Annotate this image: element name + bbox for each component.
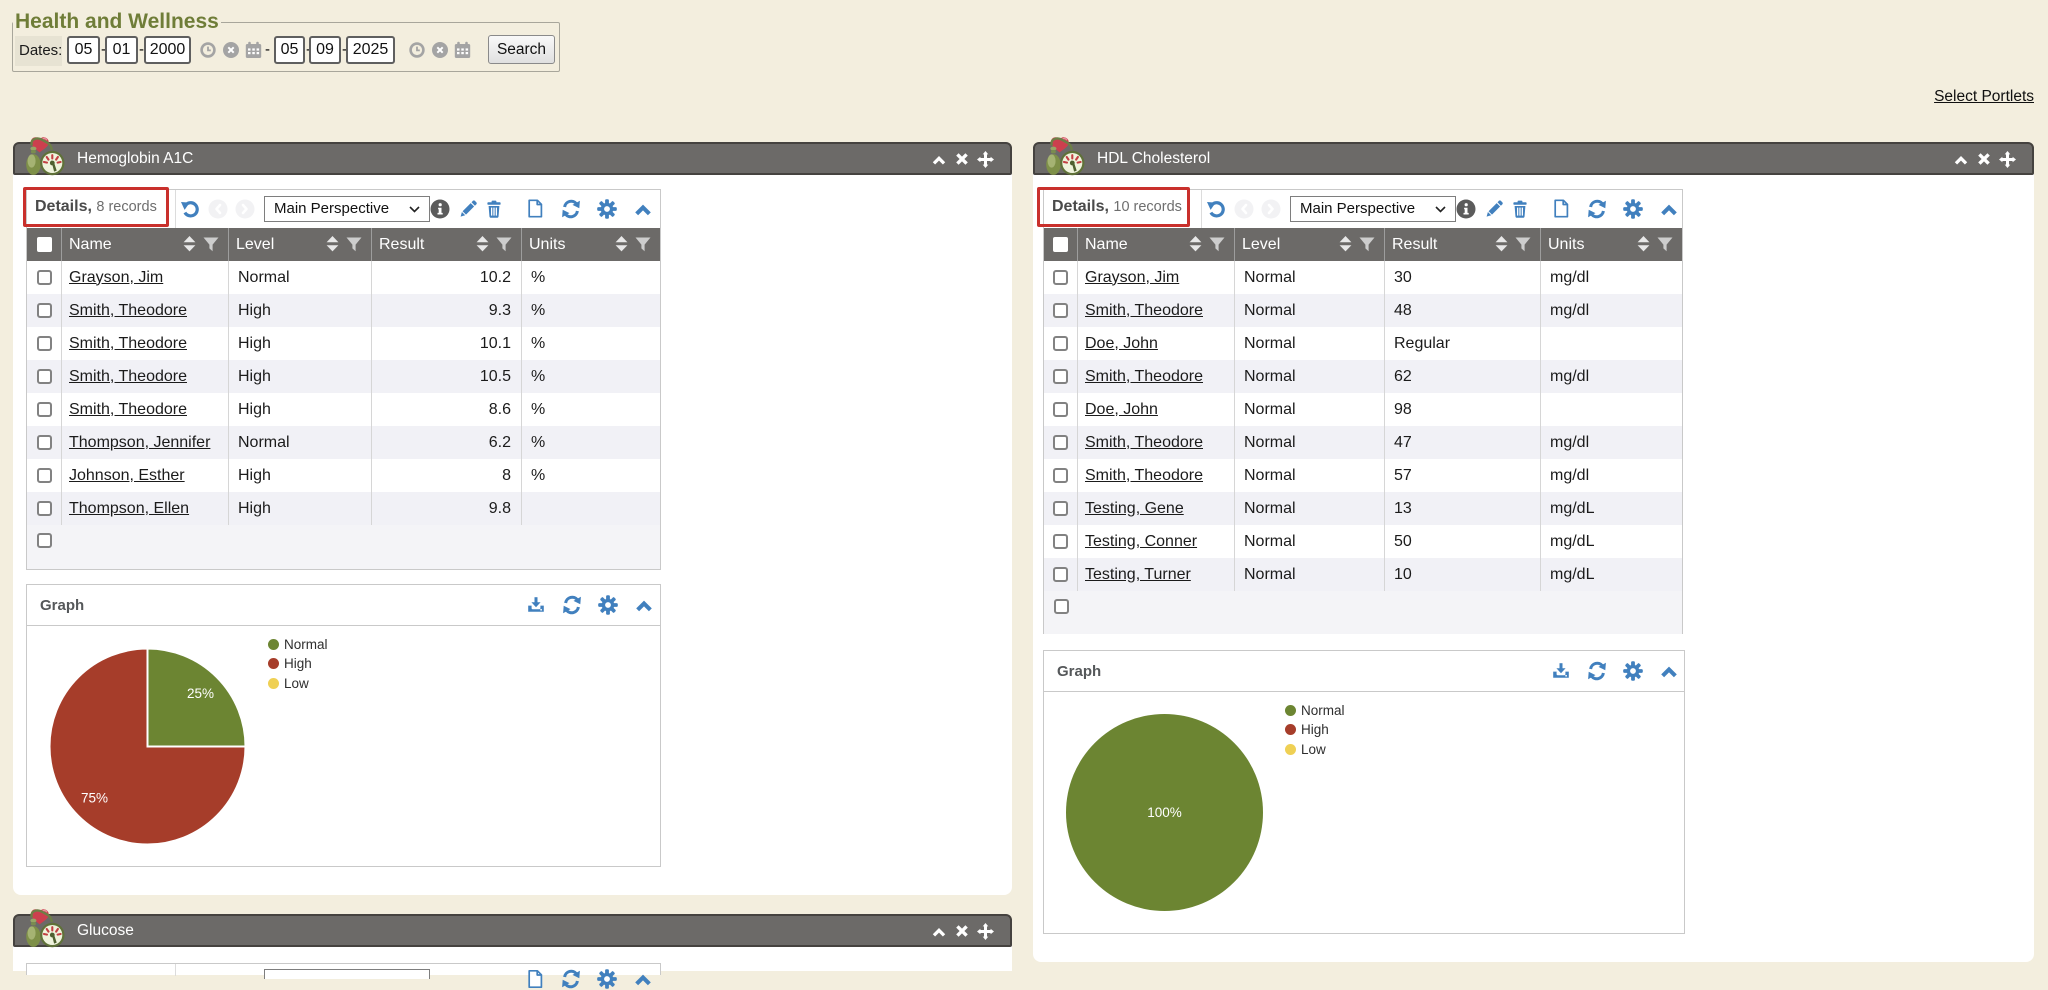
svg-text:100%: 100% [1147, 805, 1182, 820]
svg-text:75%: 75% [81, 791, 108, 806]
svg-text:25%: 25% [187, 686, 214, 701]
